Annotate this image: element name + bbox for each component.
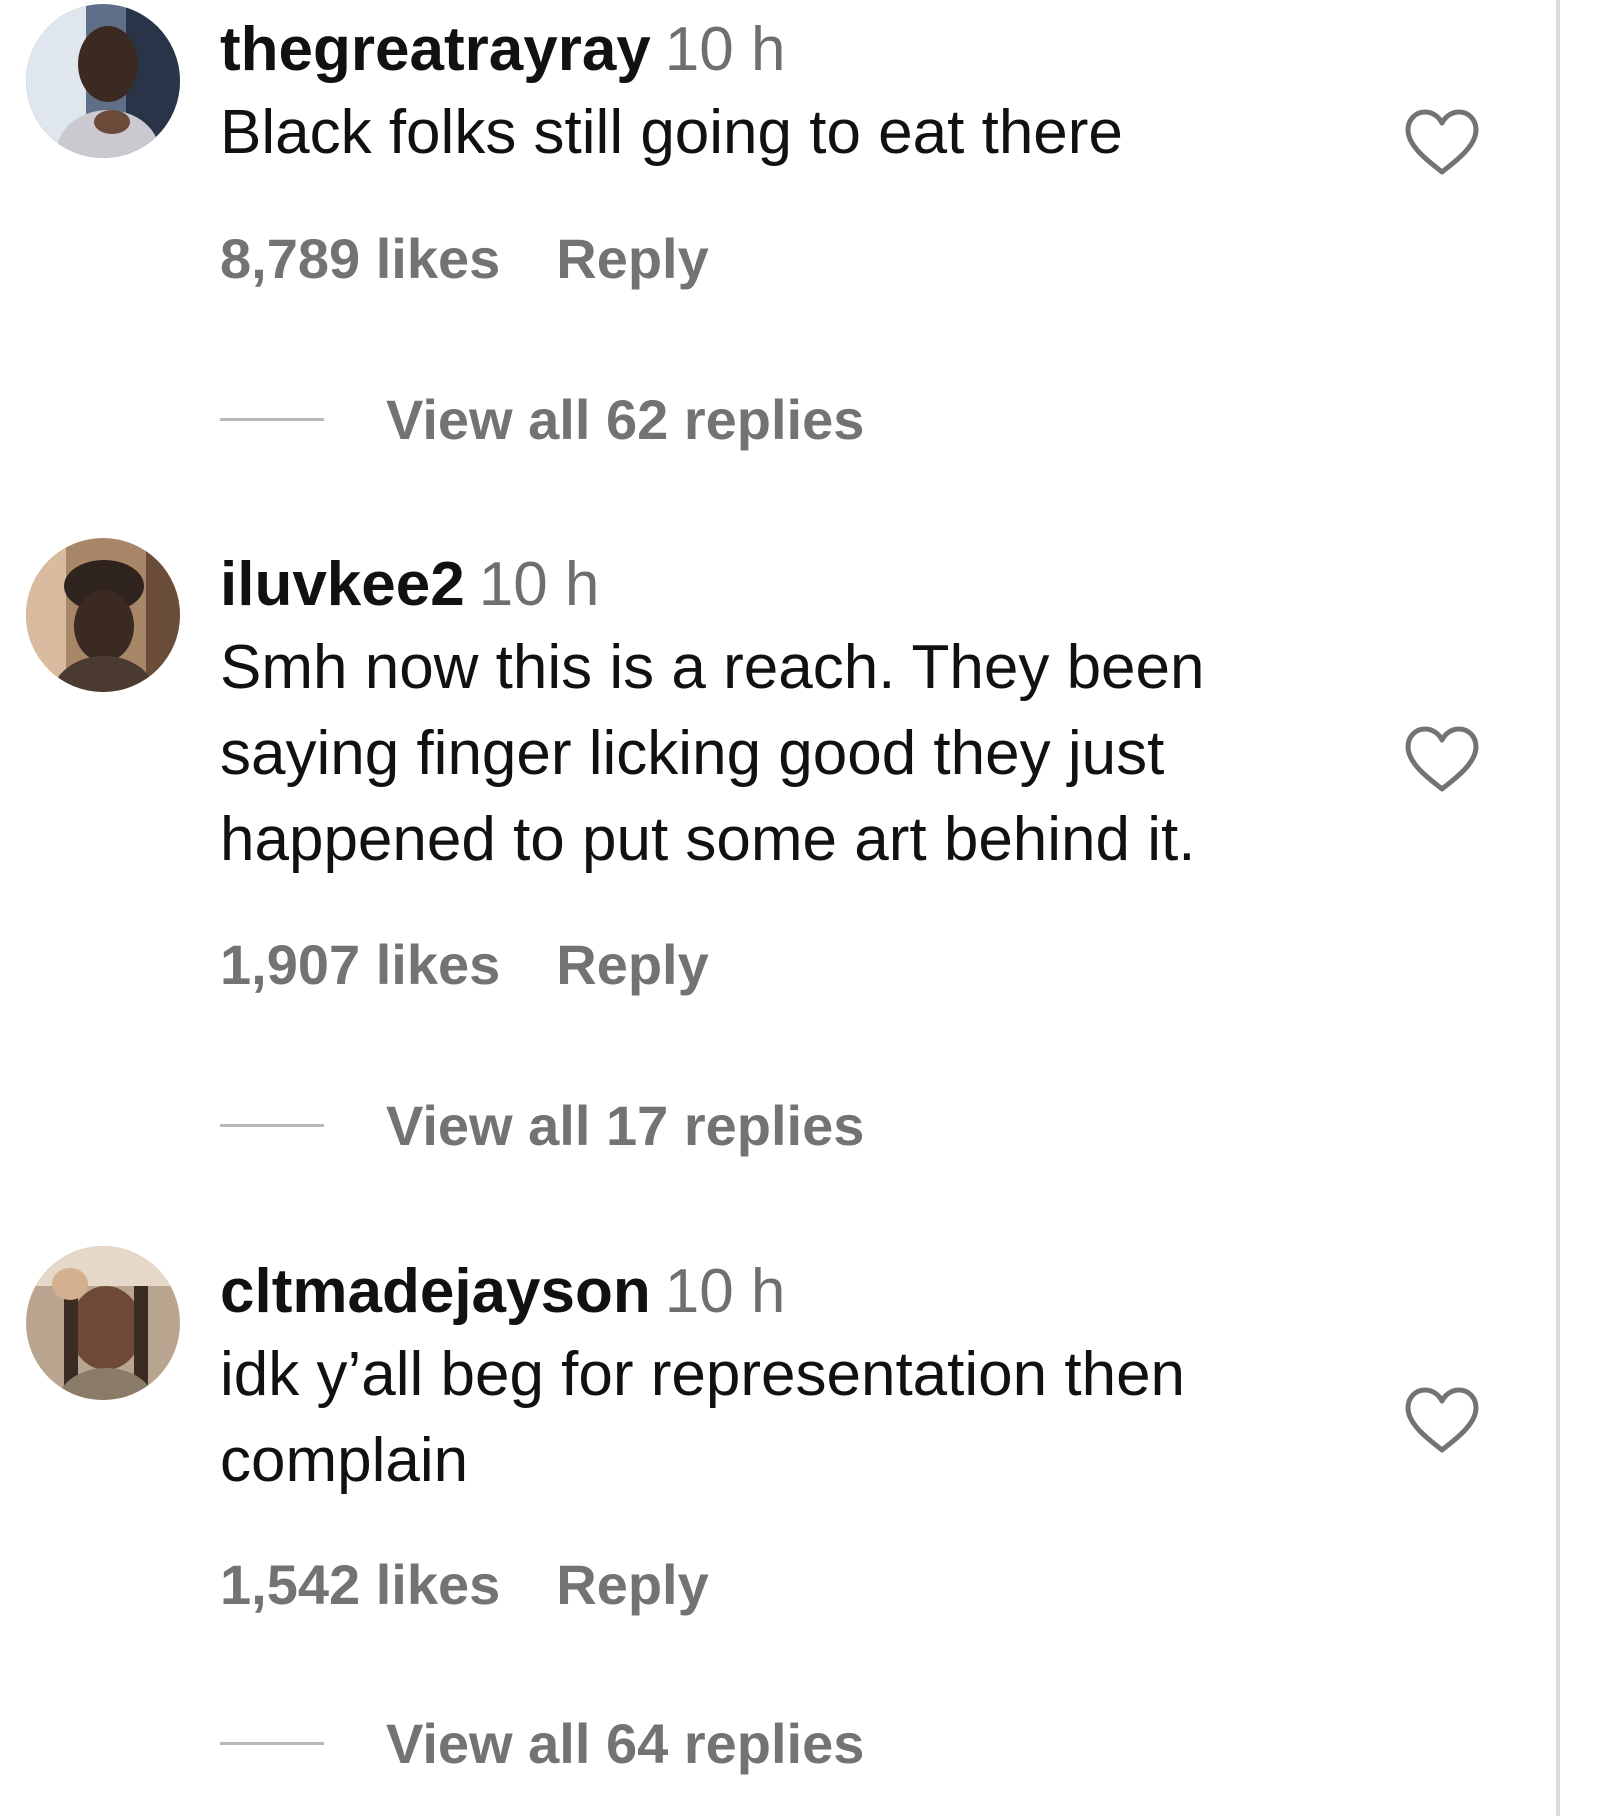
comment-header: cltmadejayson 10 h [220, 1252, 785, 1332]
username[interactable]: thegreatrayray [220, 15, 651, 84]
reply-button[interactable]: Reply [556, 227, 709, 290]
avatar[interactable] [26, 538, 180, 692]
scrollbar-track[interactable] [1556, 0, 1560, 1816]
reply-divider-line [220, 1123, 324, 1127]
username[interactable]: cltmadejayson [220, 1257, 651, 1326]
view-replies-button[interactable]: View all 64 replies [220, 1708, 864, 1778]
comment-text: idk y’all beg for representation then co… [220, 1340, 1186, 1495]
reply-divider-line [220, 417, 324, 421]
heart-outline-icon[interactable] [1404, 108, 1480, 178]
avatar[interactable] [26, 1246, 180, 1400]
comment-meta: 1,907 likes Reply [220, 930, 709, 1000]
view-replies-button[interactable]: View all 62 replies [220, 384, 864, 454]
timestamp[interactable]: 10 h [665, 1257, 786, 1326]
view-replies-label: View all 64 replies [386, 1711, 865, 1775]
view-replies-button[interactable]: View all 17 replies [220, 1090, 864, 1160]
comment-text: Black folks still going to eat there [220, 98, 1123, 167]
comment-item: cltmadejayson 10 h idk y’all beg for repr… [0, 1246, 1540, 1792]
timestamp[interactable]: 10 h [665, 15, 786, 84]
view-replies-label: View all 17 replies [386, 1093, 865, 1157]
timestamp[interactable]: 10 h [479, 550, 600, 619]
comment-header: thegreatrayray 10 h [220, 10, 785, 90]
like-count[interactable]: 8,789 likes [220, 227, 500, 290]
avatar[interactable] [26, 4, 180, 158]
reply-button[interactable]: Reply [556, 933, 709, 996]
view-replies-label: View all 62 replies [386, 387, 865, 451]
comment-item: thegreatrayray 10 h Black folks still goi… [0, 4, 1540, 451]
comment-meta: 8,789 likes Reply [220, 224, 709, 294]
reply-button[interactable]: Reply [556, 1553, 709, 1616]
like-count[interactable]: 1,907 likes [220, 933, 500, 996]
like-count[interactable]: 1,542 likes [220, 1553, 500, 1616]
reply-divider-line [220, 1741, 324, 1745]
heart-outline-icon[interactable] [1404, 725, 1480, 795]
username[interactable]: iluvkee2 [220, 550, 465, 619]
comment-header: iluvkee2 10 h [220, 545, 599, 625]
comment-item: iluvkee2 10 h Smh now this is a reach. Th… [0, 538, 1540, 1165]
heart-outline-icon[interactable] [1404, 1386, 1480, 1456]
comment-meta: 1,542 likes Reply [220, 1550, 709, 1620]
comment-text: Smh now this is a reach. They been sayin… [220, 633, 1205, 874]
